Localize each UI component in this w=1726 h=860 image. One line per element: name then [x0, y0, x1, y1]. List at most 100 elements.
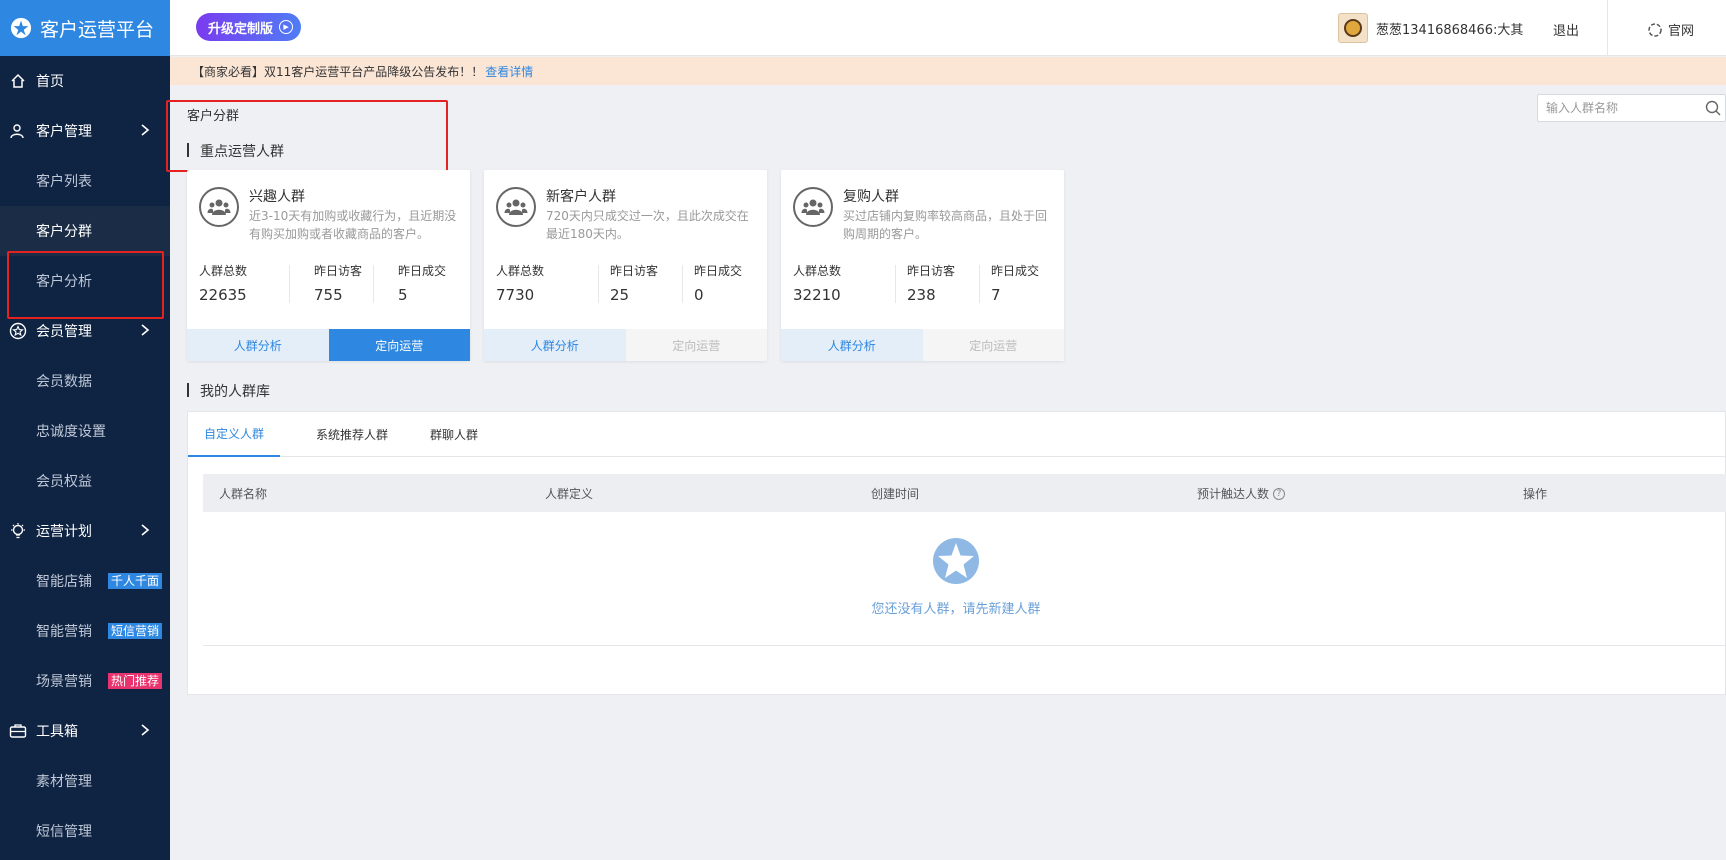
logout-link[interactable]: 退出	[1553, 20, 1579, 39]
stat-label: 人群总数	[199, 264, 248, 278]
stat-value: 7730	[496, 286, 535, 304]
divider	[1607, 0, 1608, 56]
stat-label: 人群总数	[793, 264, 842, 278]
chevron-right-icon	[141, 124, 150, 136]
stat-visitors: 昨日访客 238	[907, 262, 955, 304]
divider	[682, 265, 683, 303]
stat-label: 昨日成交	[398, 264, 447, 278]
sidebar-item-smart-marketing[interactable]: 智能营销 短信营销	[0, 606, 170, 656]
chevron-right-icon	[141, 324, 150, 336]
sidebar-item-material[interactable]: 素材管理	[0, 756, 170, 806]
user-info[interactable]: 葱葱13416868466:大其	[1338, 13, 1524, 43]
sidebar-item-label: 客户列表	[36, 174, 92, 190]
stat-value: 22635	[199, 286, 247, 304]
stat-label: 昨日访客	[907, 264, 956, 278]
sidebar-item-toolbox[interactable]: 工具箱	[0, 706, 170, 756]
stat-value: 7	[991, 286, 1001, 304]
sidebar-item-smart-store[interactable]: 智能店铺 千人千面	[0, 556, 170, 606]
tab-group-chat[interactable]: 群聊人群	[414, 412, 494, 457]
sidebar-item-customer-mgmt[interactable]: 客户管理	[0, 106, 170, 156]
sidebar-item-label: 忠诚度设置	[36, 424, 106, 440]
segment-card-interest: 兴趣人群 近3-10天有加购或收藏行为，且近期没有购买加购或者收藏商品的客户。 …	[187, 170, 470, 361]
segment-card-repurchase: 复购人群 买过店铺内复购率较高商品，且处于回购周期的客户。 人群总数 32210…	[781, 170, 1064, 361]
stat-visitors: 昨日访客 25	[610, 262, 658, 304]
user-name: 葱葱13416868466:大其	[1376, 22, 1524, 38]
sidebar-item-label: 会员权益	[36, 474, 92, 490]
feature-badge: 短信营销	[108, 623, 163, 639]
sidebar-item-label: 运营计划	[36, 524, 92, 540]
targeted-ops-button[interactable]: 定向运营	[922, 329, 1064, 361]
divider	[895, 265, 896, 303]
tab-system-recommended[interactable]: 系统推荐人群	[300, 412, 404, 457]
sidebar-item-customer-segment[interactable]: 客户分群	[0, 206, 170, 256]
site-logo-icon	[1648, 22, 1662, 37]
play-icon: ▶	[279, 20, 294, 34]
app-title: 客户运营平台	[40, 18, 155, 41]
stat-value: 25	[610, 286, 630, 304]
stat-total: 人群总数 7730	[496, 262, 544, 304]
official-label: 官网	[1668, 24, 1695, 39]
sidebar-item-member-data[interactable]: 会员数据	[0, 356, 170, 406]
group-icon	[199, 187, 239, 227]
segment-analysis-button[interactable]: 人群分析	[187, 329, 329, 361]
sidebar-item-customer-list[interactable]: 客户列表	[0, 156, 170, 206]
targeted-ops-button[interactable]: 定向运营	[625, 329, 767, 361]
sidebar-item-sms[interactable]: 短信管理	[0, 806, 170, 856]
card-description: 买过店铺内复购率较高商品，且处于回购周期的客户。	[843, 209, 1048, 241]
chevron-right-icon	[141, 724, 150, 736]
card-title: 复购人群	[843, 189, 899, 205]
stat-label: 昨日成交	[694, 264, 743, 278]
highlight-box	[7, 251, 164, 319]
user-icon	[9, 122, 27, 140]
sidebar-item-label: 工具箱	[36, 724, 78, 740]
stat-deals: 昨日成交 5	[398, 262, 446, 304]
search-icon	[1705, 100, 1721, 116]
sidebar-item-ops-plan[interactable]: 运营计划	[0, 506, 170, 556]
card-description: 近3-10天有加购或收藏行为，且近期没有购买加购或者收藏商品的客户。	[249, 209, 457, 241]
search-box[interactable]	[1537, 94, 1726, 122]
card-title: 新客户人群	[546, 189, 616, 205]
section-title-my-library: 我的人群库	[187, 381, 270, 401]
sidebar-item-loyalty[interactable]: 忠诚度设置	[0, 406, 170, 456]
home-icon	[9, 72, 27, 90]
official-site-link[interactable]: 官网	[1648, 20, 1694, 39]
sidebar-item-label: 短信管理	[36, 824, 92, 840]
feature-badge: 千人千面	[108, 573, 163, 589]
help-icon[interactable]: ?	[1273, 487, 1286, 500]
segment-library-panel: 自定义人群 系统推荐人群 群聊人群 人群名称 人群定义 创建时间 预计触达人数?…	[187, 411, 1726, 695]
group-icon	[793, 187, 833, 227]
segment-analysis-button[interactable]: 人群分析	[484, 329, 626, 361]
stat-label: 昨日访客	[314, 264, 363, 278]
sidebar-item-label: 智能营销	[36, 624, 92, 640]
sidebar-item-label: 场景营销	[36, 674, 92, 690]
search-input[interactable]	[1538, 101, 1688, 115]
stat-value: 5	[398, 286, 408, 304]
star-badge-icon	[9, 322, 27, 340]
column-header: 操作	[1523, 487, 1548, 501]
sidebar-item-member-rights[interactable]: 会员权益	[0, 456, 170, 506]
column-header: 人群定义	[545, 487, 594, 501]
column-header: 创建时间	[871, 487, 920, 501]
divider	[979, 265, 980, 303]
avatar	[1338, 13, 1368, 43]
logo-icon	[10, 17, 32, 39]
stat-value: 755	[314, 286, 343, 304]
stat-deals: 昨日成交 7	[991, 262, 1039, 304]
segment-card-new-customer: 新客户人群 720天内只成交过一次，且此次成交在最近180天内。 人群总数 77…	[484, 170, 767, 361]
upgrade-label: 升级定制版	[208, 21, 274, 37]
sidebar-item-label: 会员管理	[36, 324, 92, 340]
group-icon	[496, 187, 536, 227]
upgrade-button[interactable]: 升级定制版 ▶	[196, 13, 302, 41]
empty-state: 您还没有人群，请先新建人群	[203, 512, 1726, 646]
card-description: 720天内只成交过一次，且此次成交在最近180天内。	[546, 209, 749, 241]
app-logo[interactable]: 客户运营平台	[0, 0, 170, 56]
targeted-ops-button[interactable]: 定向运营	[328, 329, 470, 361]
sidebar: 首页 客户管理 客户列表 客户分群 客户分析 会员管理 会员数据 忠诚度设置 会…	[0, 56, 170, 860]
tab-custom[interactable]: 自定义人群	[188, 412, 281, 457]
sidebar-item-home[interactable]: 首页	[0, 56, 170, 106]
column-header: 人群名称	[219, 487, 268, 501]
announcement-link[interactable]: 查看详情	[485, 63, 533, 80]
sidebar-item-label: 智能店铺	[36, 574, 92, 590]
sidebar-item-scene-marketing[interactable]: 场景营销 热门推荐	[0, 656, 170, 706]
segment-analysis-button[interactable]: 人群分析	[781, 329, 923, 361]
